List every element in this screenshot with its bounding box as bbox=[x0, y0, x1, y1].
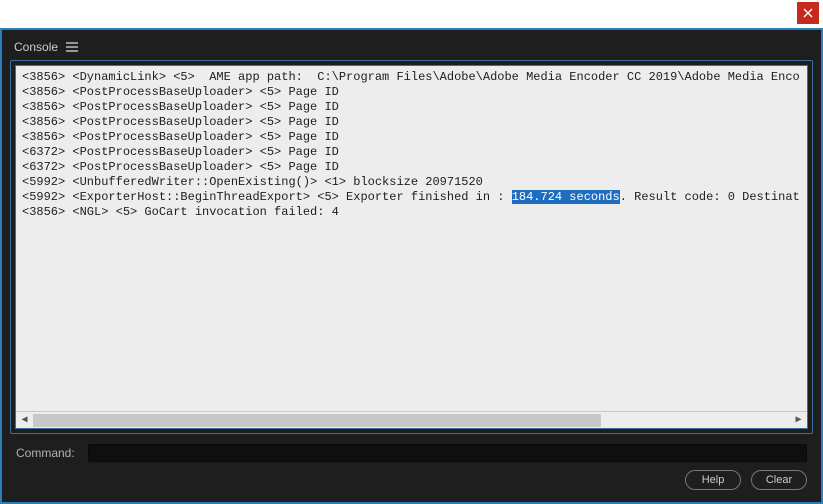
highlighted-duration: 184.724 seconds bbox=[512, 190, 620, 204]
console-line: <6372> <PostProcessBaseUploader> <5> Pag… bbox=[22, 145, 801, 160]
console-frame: <3856> <DynamicLink> <5> AME app path: C… bbox=[10, 60, 813, 434]
button-row: Help Clear bbox=[10, 468, 813, 494]
command-label: Command: bbox=[16, 446, 80, 460]
scroll-thumb[interactable] bbox=[33, 414, 601, 427]
command-input[interactable] bbox=[88, 444, 807, 462]
menu-icon bbox=[66, 42, 78, 52]
close-button[interactable] bbox=[797, 2, 819, 24]
console-line: <6372> <PostProcessBaseUploader> <5> Pag… bbox=[22, 160, 801, 175]
console-line: <3856> <PostProcessBaseUploader> <5> Pag… bbox=[22, 115, 801, 130]
console-line: <3856> <NGL> <5> GoCart invocation faile… bbox=[22, 205, 801, 220]
console-line: <3856> <PostProcessBaseUploader> <5> Pag… bbox=[22, 130, 801, 145]
clear-button[interactable]: Clear bbox=[751, 470, 807, 490]
help-button[interactable]: Help bbox=[685, 470, 741, 490]
console-line: <3856> <PostProcessBaseUploader> <5> Pag… bbox=[22, 85, 801, 100]
tab-console[interactable]: Console bbox=[14, 40, 58, 54]
window-titlebar bbox=[0, 0, 823, 28]
console-line: <3856> <DynamicLink> <5> AME app path: C… bbox=[22, 70, 801, 85]
console-line: <5992> <ExporterHost::BeginThreadExport>… bbox=[22, 190, 801, 205]
close-icon bbox=[803, 8, 813, 18]
horizontal-scrollbar[interactable]: ◀ ▶ bbox=[16, 411, 807, 428]
app-frame: Console <3856> <DynamicLink> <5> AME app… bbox=[0, 28, 823, 504]
panel-menu-button[interactable] bbox=[66, 42, 78, 52]
command-row: Command: bbox=[10, 442, 813, 468]
console-output[interactable]: <3856> <DynamicLink> <5> AME app path: C… bbox=[15, 65, 808, 429]
console-line: <3856> <PostProcessBaseUploader> <5> Pag… bbox=[22, 100, 801, 115]
console-lines: <3856> <DynamicLink> <5> AME app path: C… bbox=[16, 66, 807, 411]
console-line: <5992> <UnbufferedWriter::OpenExisting()… bbox=[22, 175, 801, 190]
scroll-track[interactable] bbox=[33, 412, 790, 429]
scroll-right-arrow[interactable]: ▶ bbox=[790, 412, 807, 429]
scroll-left-arrow[interactable]: ◀ bbox=[16, 412, 33, 429]
panel-tab-row: Console bbox=[10, 36, 813, 60]
